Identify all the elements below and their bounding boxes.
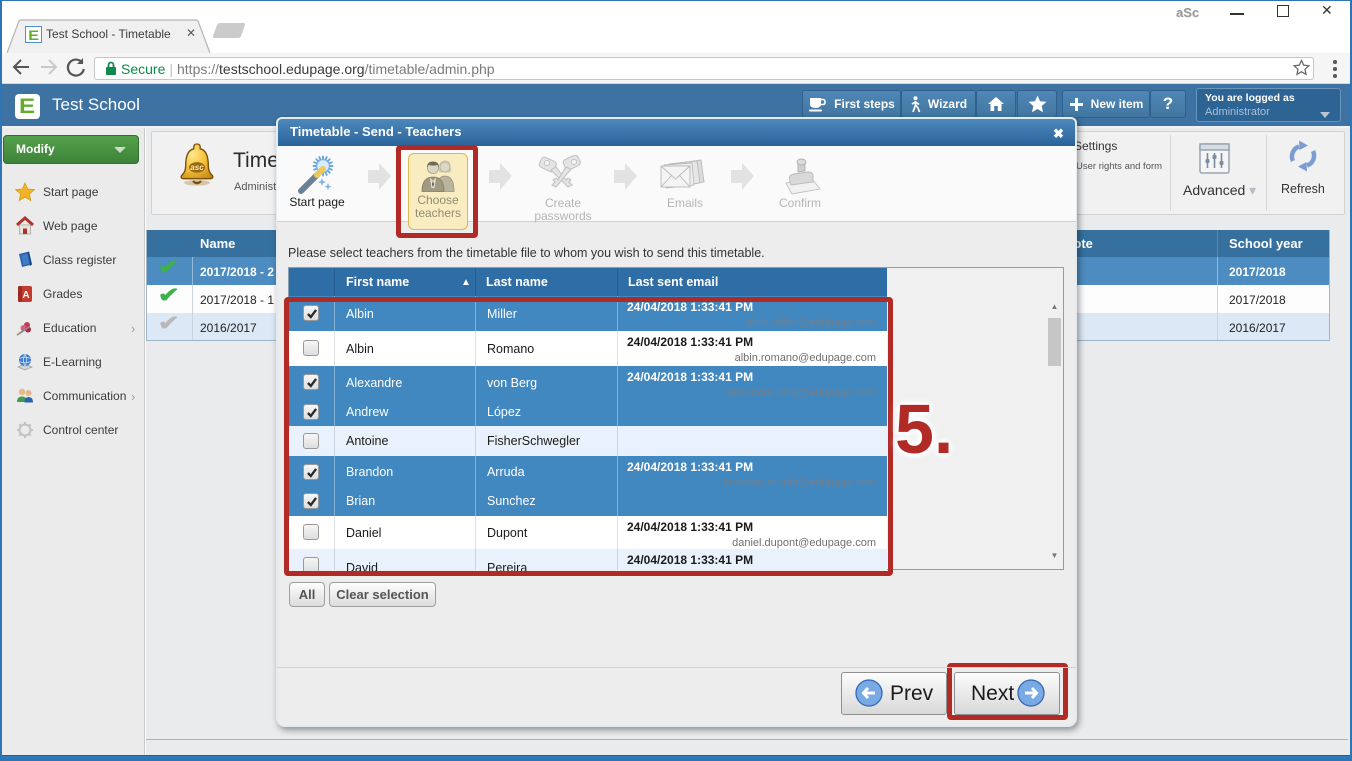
svg-text:asc: asc [190, 163, 204, 172]
svg-text:A: A [22, 290, 29, 301]
